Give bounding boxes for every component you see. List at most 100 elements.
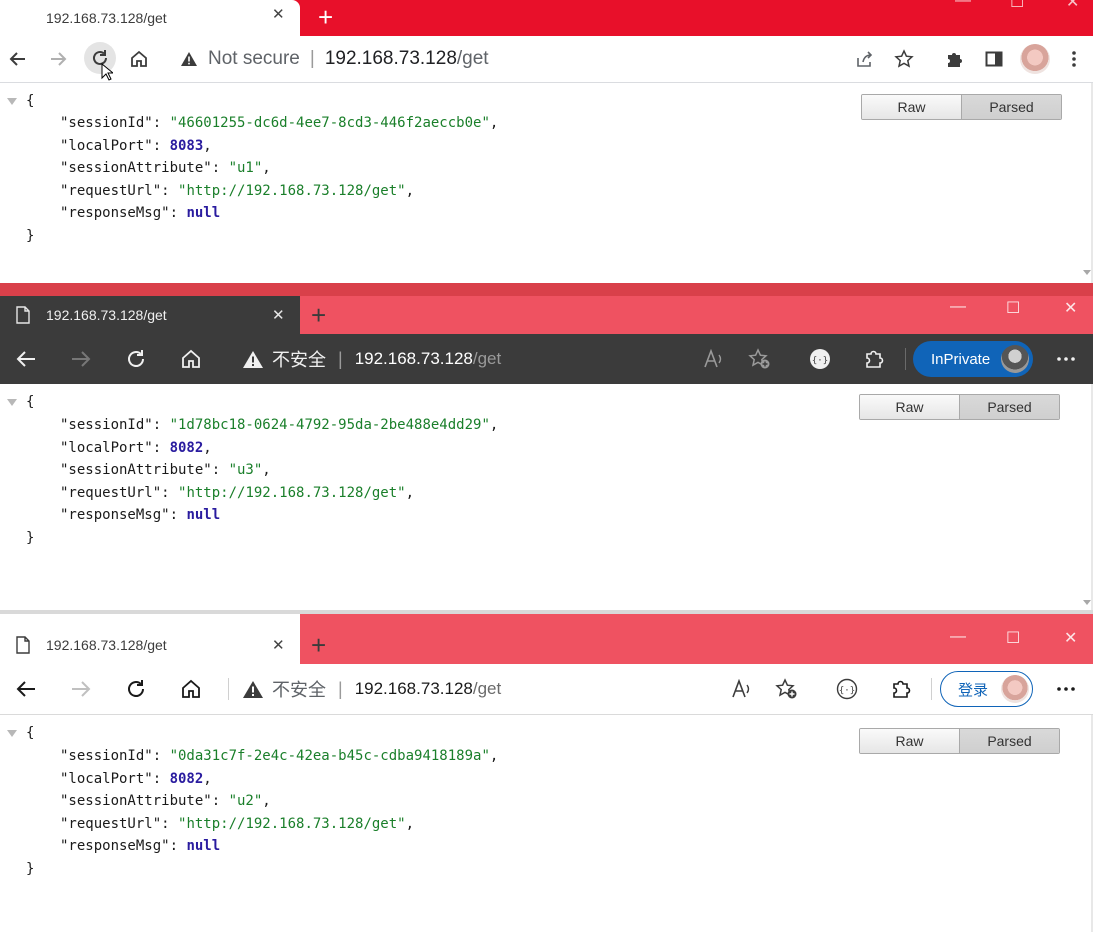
home-icon[interactable] — [179, 347, 203, 371]
tab-title: 192.168.73.128/get — [46, 10, 167, 26]
url-separator: | — [309, 48, 315, 69]
active-tab[interactable]: 192.168.73.128/get ✕ — [0, 0, 300, 36]
json-line-sessionId: "sessionId": "0da31c7f-2e4c-42ea-b45c-cd… — [60, 748, 499, 764]
tab-title: 192.168.73.128/get — [46, 307, 167, 323]
json-line-localPort: "localPort": 8083, — [60, 138, 212, 154]
collapse-triangle-icon[interactable] — [7, 399, 17, 406]
toolbar: 不安全 | 192.168.73.128/get {·} InPrivate — [0, 334, 1093, 384]
raw-parsed-toggle: Raw Parsed — [859, 728, 1060, 754]
puzzle-icon[interactable] — [889, 677, 913, 701]
new-tab-plus-icon[interactable]: + — [311, 302, 326, 328]
warning-icon[interactable] — [242, 680, 264, 699]
url-separator: | — [338, 678, 343, 699]
inprivate-label: InPrivate — [931, 350, 991, 368]
minimize-icon[interactable]: — — [950, 628, 966, 646]
avatar[interactable] — [1020, 44, 1050, 74]
address-bar[interactable]: 不安全 | 192.168.73.128/get — [242, 334, 501, 384]
browser-window-edge-inprivate: 192.168.73.128/get ✕ + — ☐ ✕ 不安全 | 192.1… — [0, 296, 1093, 612]
active-tab[interactable]: 192.168.73.128/get ✕ — [0, 614, 300, 664]
json-close-brace: } — [26, 861, 35, 877]
parsed-button[interactable]: Parsed — [959, 729, 1059, 753]
svg-text:{·}: {·} — [812, 356, 828, 366]
json-close-brace: } — [26, 228, 35, 244]
browser-window-edge: 192.168.73.128/get ✕ + — ☐ ✕ 不安全 | 192.1… — [0, 614, 1093, 932]
json-line-requestUrl: "requestUrl": "http://192.168.73.128/get… — [60, 183, 415, 199]
warning-icon[interactable] — [180, 51, 198, 67]
json-viewer: { "sessionId": "46601255-dc6d-4ee7-8cd3-… — [0, 83, 1093, 286]
puzzle-icon[interactable] — [943, 48, 965, 70]
tab-strip: 192.168.73.128/get ✕ + — ☐ ✕ — [0, 614, 1093, 664]
scroll-down-arrow-icon[interactable] — [1083, 600, 1091, 605]
more-dots-icon[interactable] — [1054, 347, 1078, 371]
json-line-sessionAttribute: "sessionAttribute": "u2", — [60, 793, 271, 809]
collapse-triangle-icon[interactable] — [7, 98, 17, 105]
close-window-icon[interactable]: ✕ — [1064, 298, 1077, 318]
close-window-icon[interactable]: ✕ — [1064, 628, 1077, 648]
tab-close-icon[interactable]: ✕ — [272, 5, 285, 23]
reload-icon[interactable] — [124, 347, 148, 371]
security-label: 不安全 — [272, 350, 326, 370]
close-window-icon[interactable]: ✕ — [1066, 0, 1079, 12]
back-arrow-icon[interactable] — [14, 347, 38, 371]
maximize-icon[interactable]: ☐ — [1006, 298, 1020, 318]
json-line-sessionId: "sessionId": "46601255-dc6d-4ee7-8cd3-44… — [60, 115, 499, 131]
read-aloud-icon[interactable] — [730, 677, 754, 701]
maximize-icon[interactable]: ☐ — [1010, 0, 1024, 12]
scroll-down-arrow-icon[interactable] — [1083, 270, 1091, 275]
read-aloud-icon[interactable] — [702, 347, 726, 371]
address-bar[interactable]: Not secure | 192.168.73.128/get — [180, 36, 489, 82]
json-braces-icon[interactable]: {·} — [835, 677, 859, 701]
back-arrow-icon[interactable] — [14, 677, 38, 701]
sign-in-label: 登录 — [958, 681, 989, 699]
json-line-responseMsg: "responseMsg": null — [60, 205, 221, 221]
url-host: 192.168.73.128 — [354, 349, 473, 368]
warning-icon[interactable] — [242, 350, 264, 369]
reload-icon[interactable] — [124, 677, 148, 701]
puzzle-icon[interactable] — [862, 347, 886, 371]
window-separator — [0, 283, 1093, 296]
share-icon[interactable] — [853, 48, 875, 70]
back-arrow-icon[interactable] — [6, 47, 30, 71]
minimize-icon[interactable]: — — [955, 0, 971, 10]
new-tab-plus-icon[interactable]: + — [318, 4, 333, 30]
forward-arrow-icon[interactable] — [46, 47, 70, 71]
json-close-brace: } — [26, 530, 35, 546]
raw-parsed-toggle: Raw Parsed — [859, 394, 1060, 420]
json-open-brace: { — [26, 725, 35, 741]
json-line-localPort: "localPort": 8082, — [60, 771, 212, 787]
active-tab[interactable]: 192.168.73.128/get ✕ — [0, 296, 300, 334]
tab-close-icon[interactable]: ✕ — [272, 306, 285, 324]
add-favorite-icon[interactable] — [747, 347, 773, 371]
more-dots-icon[interactable] — [1054, 677, 1078, 701]
raw-button[interactable]: Raw — [860, 395, 959, 419]
sign-in-button[interactable]: 登录 — [940, 671, 1033, 707]
toolbar: 不安全 | 192.168.73.128/get {·} 登录 — [0, 664, 1093, 715]
url-separator: | — [338, 348, 343, 369]
address-bar[interactable]: 不安全 | 192.168.73.128/get — [242, 664, 501, 714]
minimize-icon[interactable]: — — [950, 298, 966, 316]
avatar — [1001, 675, 1029, 703]
star-icon[interactable] — [893, 48, 915, 70]
json-line-localPort: "localPort": 8082, — [60, 440, 212, 456]
raw-button[interactable]: Raw — [862, 95, 961, 119]
home-icon[interactable] — [179, 677, 203, 701]
forward-arrow-icon[interactable] — [69, 347, 93, 371]
json-line-requestUrl: "requestUrl": "http://192.168.73.128/get… — [60, 816, 415, 832]
json-line-sessionAttribute: "sessionAttribute": "u3", — [60, 462, 271, 478]
raw-button[interactable]: Raw — [860, 729, 959, 753]
parsed-button[interactable]: Parsed — [959, 395, 1059, 419]
security-label: Not secure — [208, 48, 300, 69]
maximize-icon[interactable]: ☐ — [1006, 628, 1020, 648]
inprivate-button[interactable]: InPrivate — [913, 341, 1033, 377]
url-host: 192.168.73.128 — [354, 679, 473, 698]
home-icon[interactable] — [127, 47, 151, 71]
new-tab-plus-icon[interactable]: + — [311, 632, 326, 658]
side-panel-icon[interactable] — [983, 48, 1005, 70]
forward-arrow-icon[interactable] — [69, 677, 93, 701]
add-favorite-icon[interactable] — [774, 677, 800, 701]
json-braces-icon[interactable]: {·} — [808, 347, 832, 371]
more-dots-icon[interactable] — [1064, 48, 1084, 70]
tab-close-icon[interactable]: ✕ — [272, 636, 285, 654]
parsed-button[interactable]: Parsed — [961, 95, 1061, 119]
collapse-triangle-icon[interactable] — [7, 730, 17, 737]
